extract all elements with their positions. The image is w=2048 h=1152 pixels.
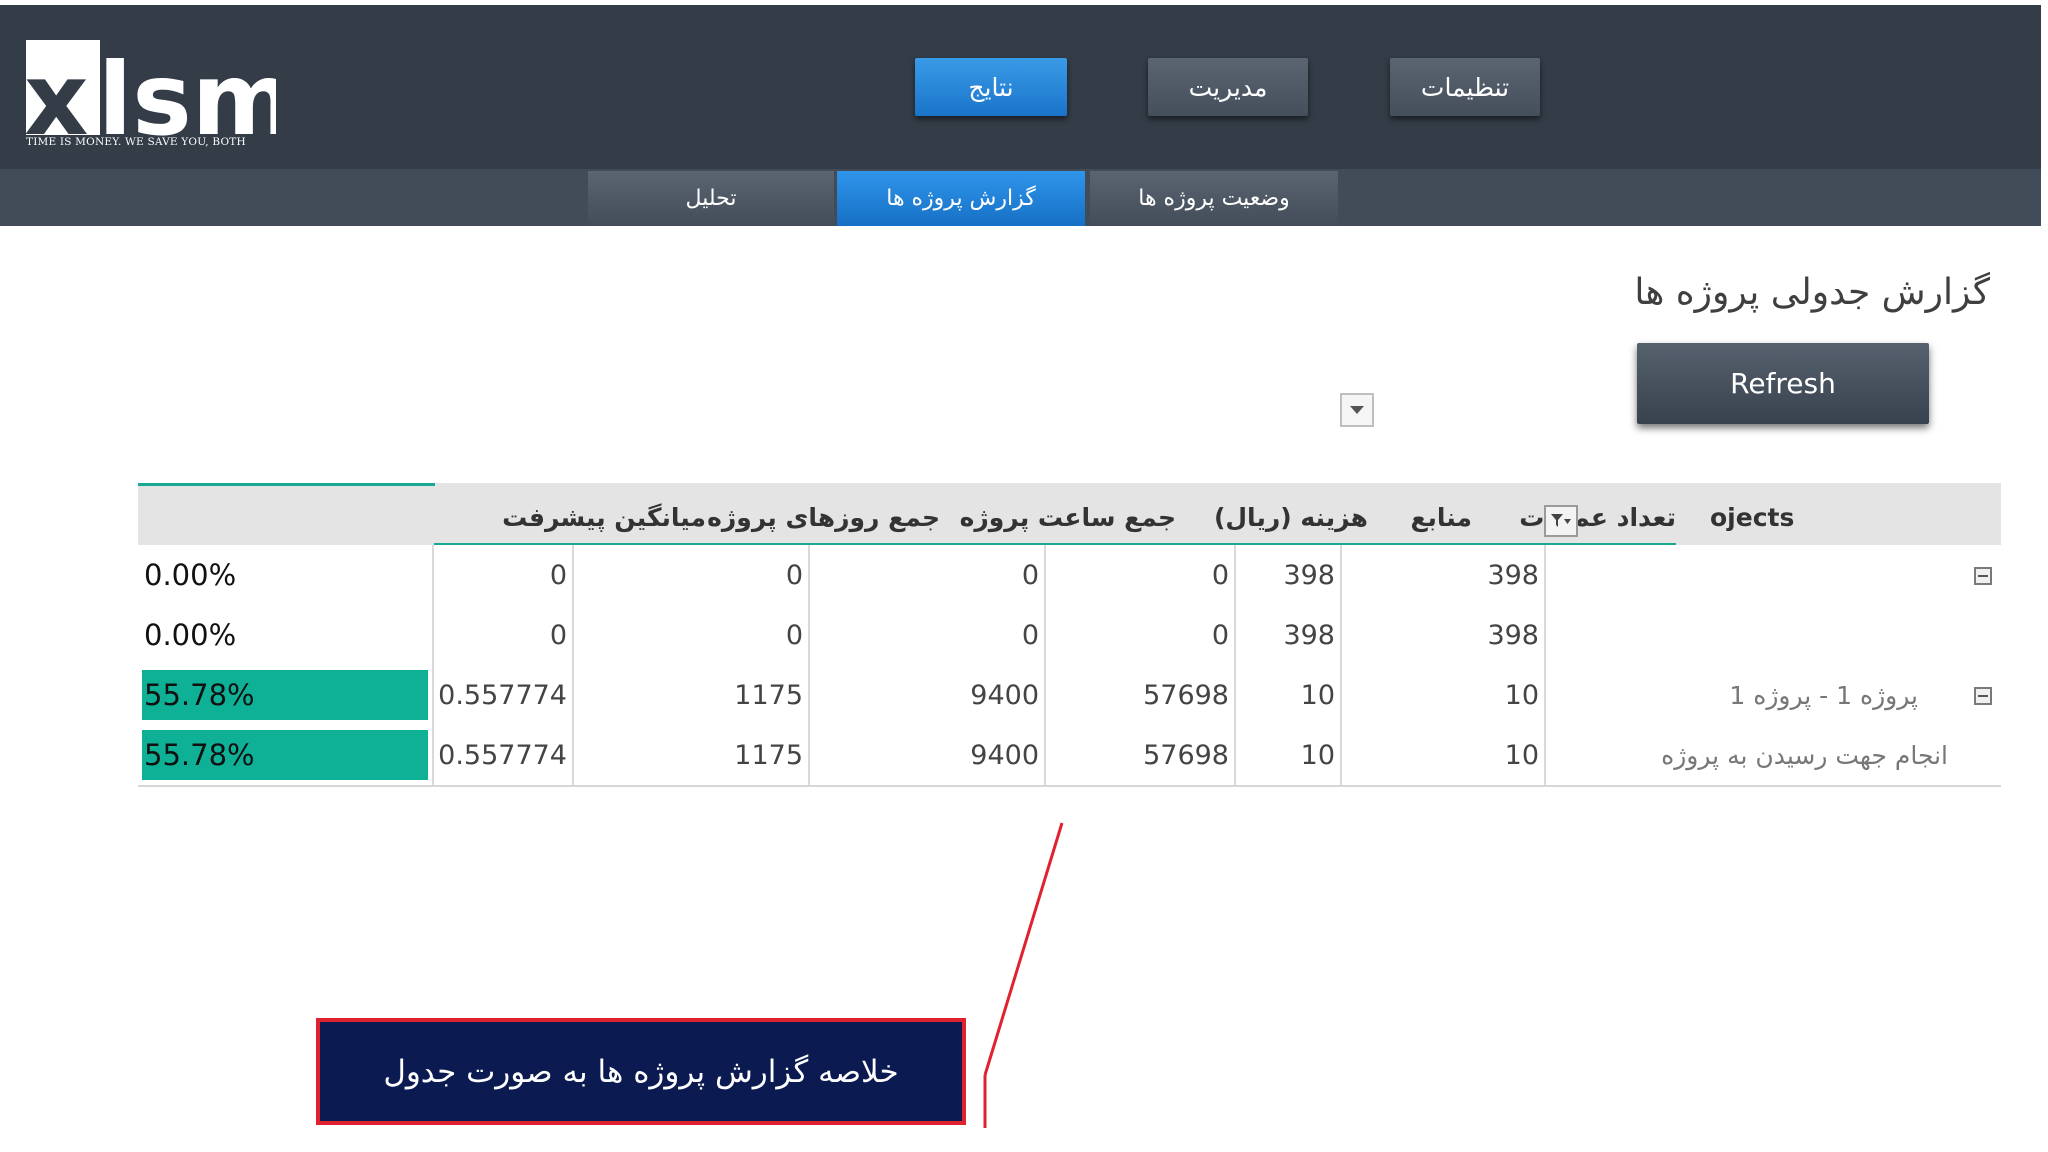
cell-cost: 0 — [1046, 545, 1236, 605]
cell-days: 1175 — [574, 725, 810, 785]
project-label: انجام جهت رسیدن به پروژه — [1661, 740, 1948, 770]
cell-operations: 10 — [1342, 725, 1546, 785]
refresh-label: Refresh — [1730, 367, 1836, 400]
cell-avg: 0.557774 — [434, 725, 574, 785]
table-row: 55.78% 0.557774 1175 9400 57698 10 10 انجام جهت… — [138, 725, 2001, 787]
project-label — [1546, 605, 1958, 665]
tab-project-status-label: وضعیت پروژه ها — [1138, 186, 1290, 211]
cell-resources: 10 — [1236, 665, 1342, 725]
header-accent-line — [138, 483, 435, 486]
cell-resources: 10 — [1236, 725, 1342, 785]
tab-project-status[interactable]: وضعیت پروژه ها — [1090, 171, 1338, 226]
tab-analysis[interactable]: تحلیل — [588, 171, 834, 226]
filter-icon[interactable] — [1544, 505, 1578, 537]
progress-percent: 55.78% — [144, 678, 255, 712]
cell-avg: 0.557774 — [434, 665, 574, 725]
projects-header-label: ojects — [1710, 503, 1795, 532]
cell-cost: 57698 — [1046, 725, 1236, 785]
cell-resources: 398 — [1236, 545, 1342, 605]
cell-avg: 0 — [434, 605, 574, 665]
refresh-button[interactable]: Refresh — [1637, 343, 1929, 424]
collapse-icon[interactable] — [1974, 567, 1992, 585]
cell-operations: 398 — [1342, 545, 1546, 605]
nav-settings-label: تنظیمات — [1420, 72, 1510, 102]
progress-cell: 0.00% — [138, 605, 434, 665]
table-row: 0.00% 0 0 0 0 398 398 — [138, 605, 2001, 667]
cell-days: 1175 — [574, 665, 810, 725]
nav-settings-button[interactable]: تنظیمات — [1390, 58, 1540, 116]
collapse-icon[interactable] — [1974, 687, 1992, 705]
tab-project-report-label: گزارش پروژه ها — [886, 186, 1036, 211]
page-title: گزارش جدولی پروژه ها — [1634, 272, 1990, 313]
nav-results-label: نتایج — [968, 72, 1014, 102]
nav-results-button[interactable]: نتایج — [915, 58, 1067, 116]
pivot-table: میانگین پیشرفت جمع روزهای پروژه جمع ساعت… — [138, 483, 2001, 788]
cell-cost: 0 — [1046, 605, 1236, 665]
progress-percent: 0.00% — [144, 558, 237, 592]
callout-text: خلاصه گزارش پروژه ها به صورت جدول — [383, 1053, 899, 1090]
xlsm-logo: x lsm TIME IS MONEY. WE SAVE YOU, BOTH — [26, 40, 276, 152]
cell-hours: 9400 — [810, 665, 1046, 725]
progress-percent: 55.78% — [144, 738, 255, 772]
tab-project-report[interactable]: گزارش پروژه ها — [837, 171, 1085, 226]
cell-operations: 398 — [1342, 605, 1546, 665]
filter-dropdown[interactable] — [1340, 393, 1374, 427]
progress-cell: 0.00% — [138, 545, 434, 605]
tab-analysis-label: تحلیل — [685, 186, 737, 211]
progress-cell: 55.78% — [138, 725, 434, 785]
cell-hours: 0 — [810, 545, 1046, 605]
cell-operations: 10 — [1342, 665, 1546, 725]
project-label: پروژه 1 - پروژه 1 — [1729, 680, 1918, 710]
progress-cell: 55.78% — [138, 665, 434, 725]
cell-hours: 0 — [810, 605, 1046, 665]
cell-hours: 9400 — [810, 725, 1046, 785]
nav-management-button[interactable]: مدیریت — [1148, 58, 1308, 116]
logo-tagline: TIME IS MONEY. WE SAVE YOU, BOTH — [26, 136, 246, 148]
chevron-down-icon — [1350, 406, 1364, 414]
cell-avg: 0 — [434, 545, 574, 605]
col-header-projects: ojects — [1576, 503, 1996, 543]
callout-box: خلاصه گزارش پروژه ها به صورت جدول — [316, 1018, 966, 1125]
cell-days: 0 — [574, 545, 810, 605]
nav-management-label: مدیریت — [1188, 72, 1268, 102]
progress-percent: 0.00% — [144, 618, 237, 652]
cell-cost: 57698 — [1046, 665, 1236, 725]
table-row: 0.00% 0 0 0 0 398 398 — [138, 545, 2001, 607]
table-row: 55.78% 0.557774 1175 9400 57698 10 10 پروژه 1 -… — [138, 665, 2001, 727]
cell-resources: 398 — [1236, 605, 1342, 665]
cell-days: 0 — [574, 605, 810, 665]
project-label — [1546, 545, 1958, 605]
